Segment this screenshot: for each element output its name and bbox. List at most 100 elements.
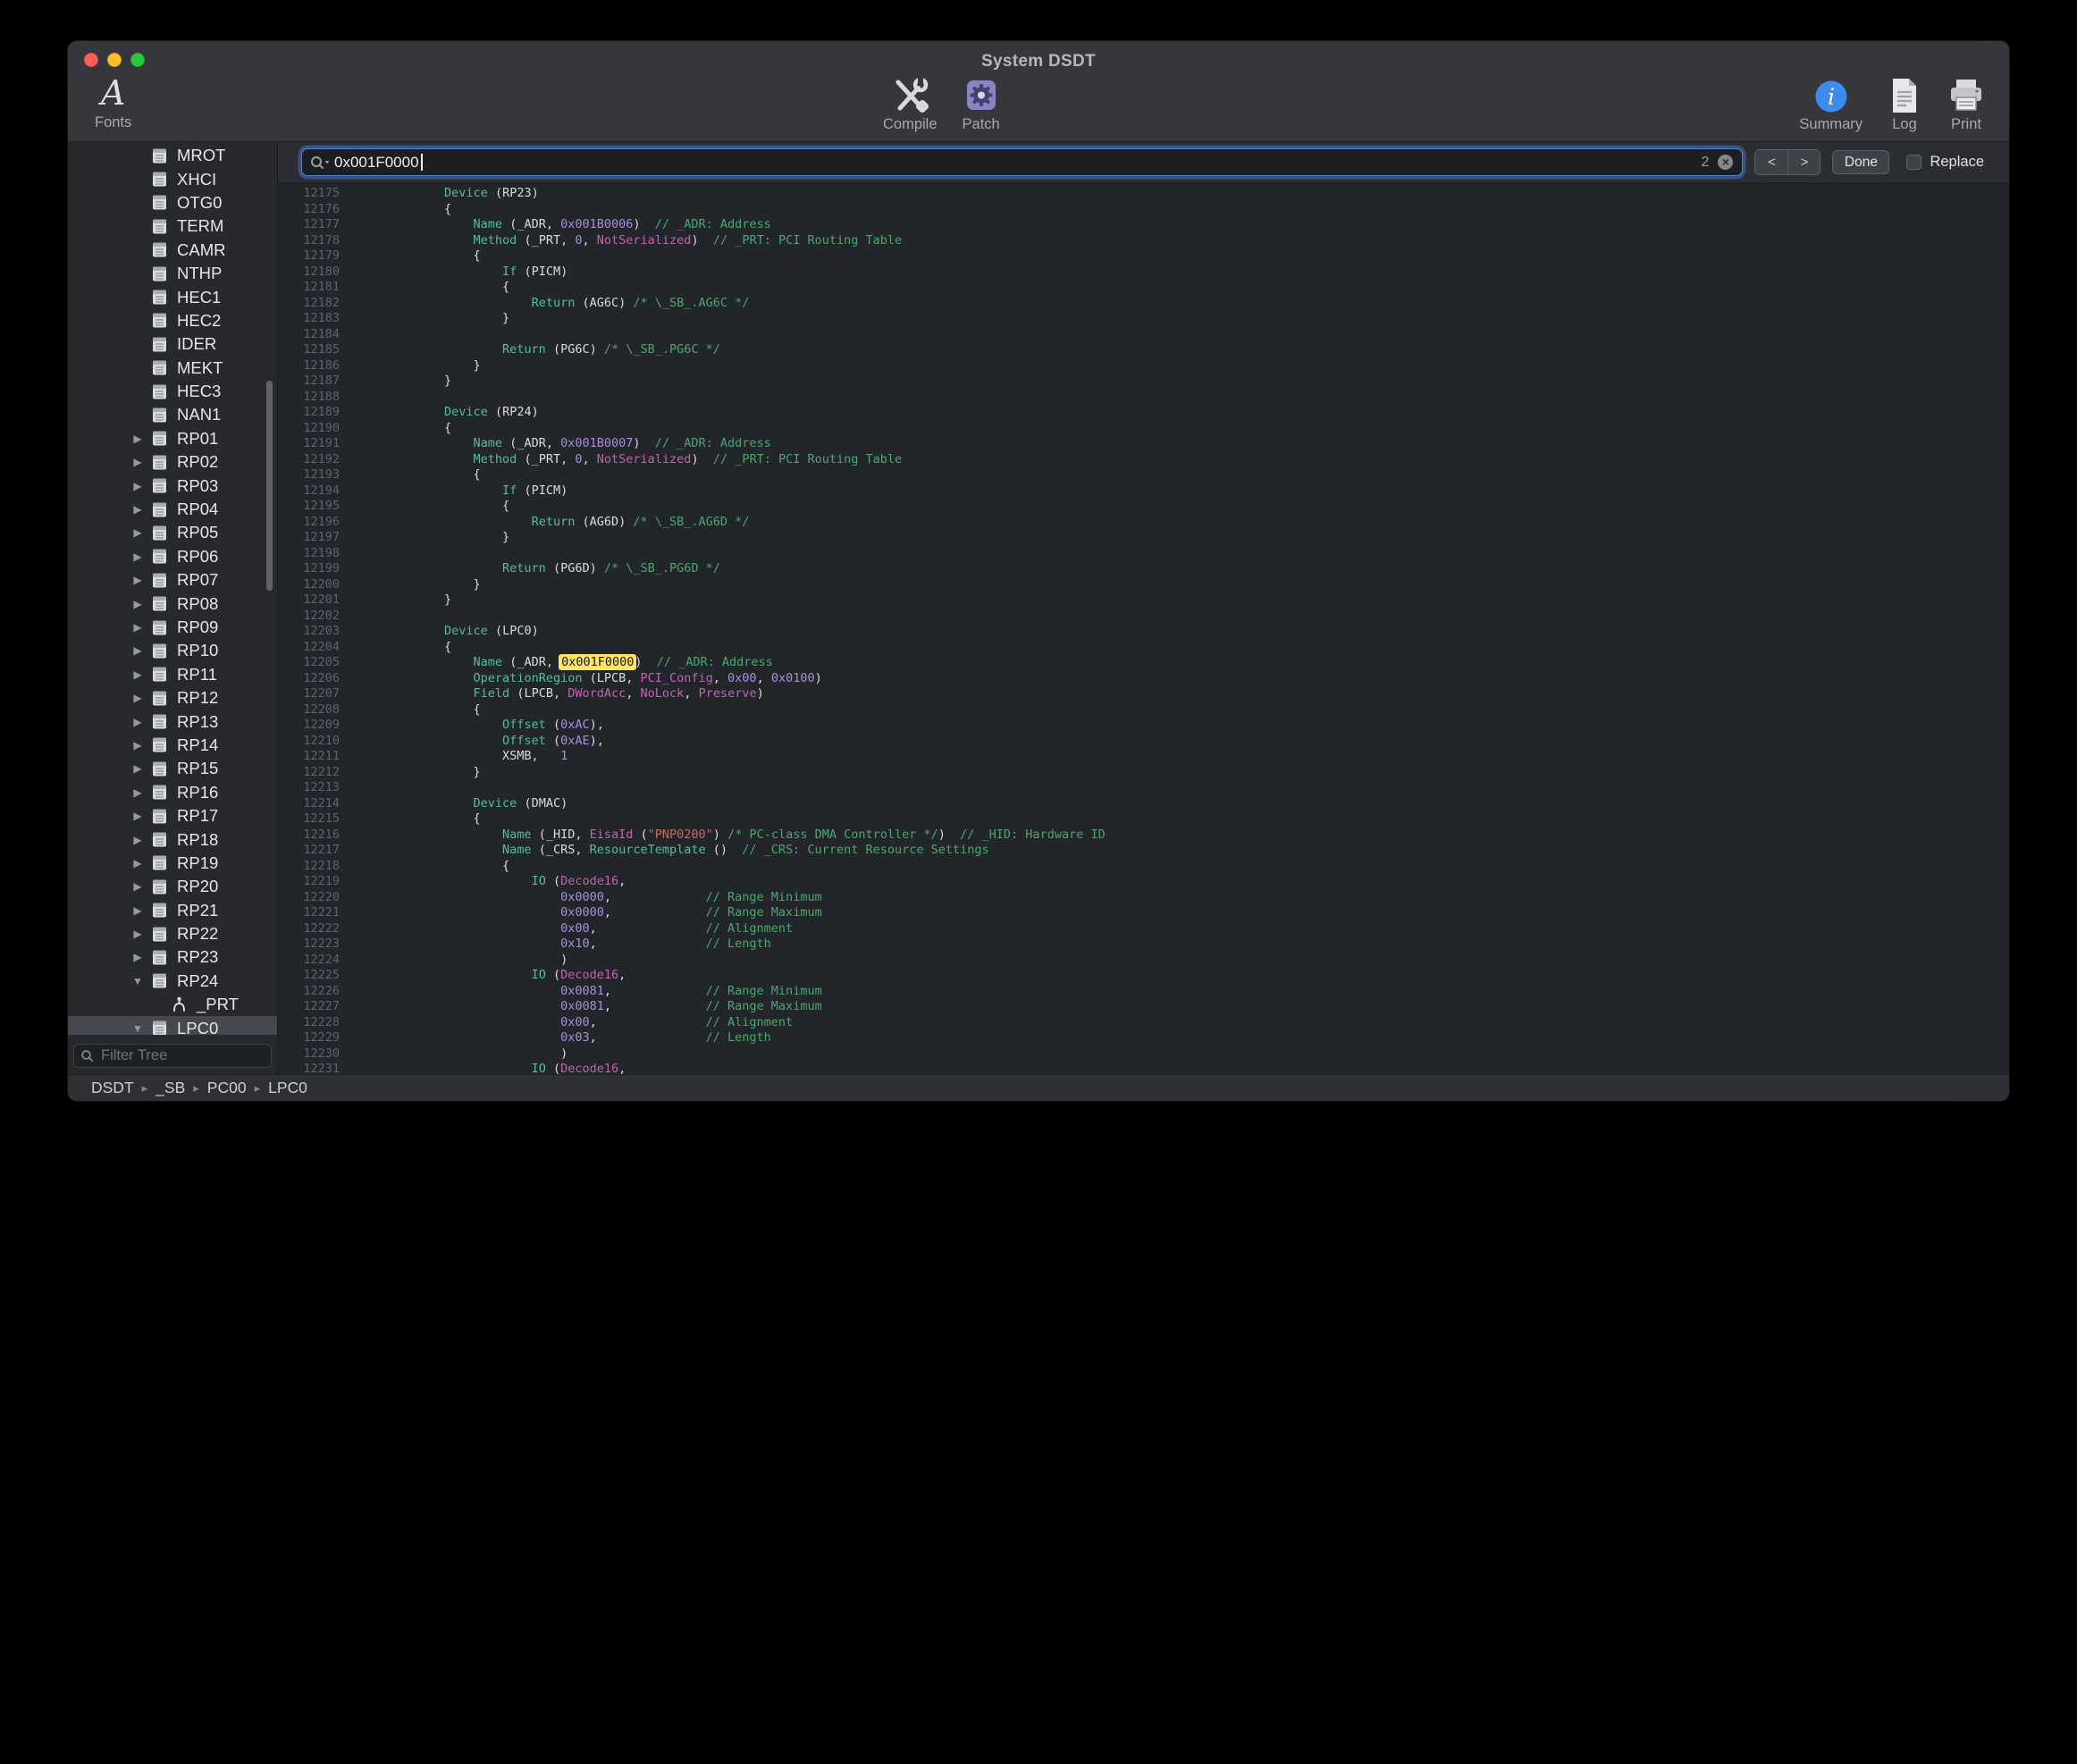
sidebar-item-rp17[interactable]: ▶RP17 [68,804,277,827]
code-line[interactable]: 12195 { [278,499,2009,515]
sidebar-item-rp14[interactable]: ▶RP14 [68,734,277,757]
search-options-icon[interactable] [309,155,331,175]
sidebar-item-rp18[interactable]: ▶RP18 [68,827,277,851]
done-button[interactable]: Done [1832,150,1889,174]
code-line[interactable]: 12189 Device (RP24) [278,405,2009,421]
disclosure-triangle-icon[interactable]: ▶ [125,521,150,544]
disclosure-triangle-icon[interactable]: ▶ [125,899,150,922]
sidebar-item-rp06[interactable]: ▶RP06 [68,545,277,568]
disclosure-triangle-icon[interactable]: ▶ [125,592,150,616]
code-line[interactable]: 12217 Name (_CRS, ResourceTemplate () //… [278,843,2009,859]
sidebar-item-hec1[interactable]: HEC1 [68,285,277,308]
disclosure-triangle-icon[interactable]: ▶ [125,710,150,734]
sidebar-item-lpc0[interactable]: ▼LPC0 [68,1016,277,1035]
sidebar-item-rp09[interactable]: ▶RP09 [68,616,277,639]
sidebar-item-hec2[interactable]: HEC2 [68,309,277,332]
code-line[interactable]: 12205 Name (_ADR, 0x001F0000) // _ADR: A… [278,655,2009,671]
code-line[interactable]: 12230 ) [278,1046,2009,1063]
code-line[interactable]: 12204 { [278,640,2009,656]
disclosure-triangle-icon[interactable]: ▶ [125,734,150,757]
close-button[interactable] [84,53,98,67]
patch-button[interactable]: Patch [963,75,1000,133]
sidebar-item-rp24[interactable]: ▼RP24 [68,970,277,993]
disclosure-triangle-icon[interactable]: ▼ [125,1017,150,1035]
disclosure-triangle-icon[interactable]: ▶ [125,616,150,639]
disclosure-triangle-icon[interactable]: ▶ [125,852,150,875]
code-line[interactable]: 12196 Return (AG6D) /* \_SB_.AG6D */ [278,515,2009,531]
code-line[interactable]: 12175 Device (RP23) [278,186,2009,202]
code-editor[interactable]: 12175 Device (RP23)12176 {12177 Name (_A… [278,183,2009,1074]
code-line[interactable]: 12192 Method (_PRT, 0, NotSerialized) //… [278,452,2009,468]
code-line[interactable]: 12226 0x0081, // Range Minimum [278,984,2009,1000]
breadcrumb-item[interactable]: LPC0 [268,1079,307,1097]
code-line[interactable]: 12227 0x0081, // Range Maximum [278,999,2009,1015]
sidebar-item-rp02[interactable]: ▶RP02 [68,450,277,474]
code-line[interactable]: 12177 Name (_ADR, 0x001B0006) // _ADR: A… [278,217,2009,233]
code-line[interactable]: 12203 Device (LPC0) [278,624,2009,640]
sidebar-item-rp23[interactable]: ▶RP23 [68,945,277,969]
sidebar-item-rp20[interactable]: ▶RP20 [68,875,277,898]
code-line[interactable]: 12197 } [278,530,2009,546]
replace-checkbox[interactable] [1906,155,1921,170]
sidebar-item-rp10[interactable]: ▶RP10 [68,639,277,662]
sidebar-item-rp13[interactable]: ▶RP13 [68,710,277,733]
code-line[interactable]: 12187 } [278,374,2009,390]
code-line[interactable]: 12210 Offset (0xAE), [278,734,2009,750]
code-line[interactable]: 12198 [278,546,2009,562]
sidebar-item-mrot[interactable]: MROT [68,144,277,167]
disclosure-triangle-icon[interactable]: ▶ [125,922,150,945]
minimize-button[interactable] [107,53,122,67]
code-line[interactable]: 12201 } [278,592,2009,609]
code-line[interactable]: 12215 { [278,811,2009,827]
code-line[interactable]: 12184 [278,327,2009,343]
sidebar-item-otg0[interactable]: OTG0 [68,191,277,214]
sidebar-scrollbar[interactable] [266,381,273,591]
print-button[interactable]: Print [1947,75,1986,133]
code-line[interactable]: 12193 { [278,467,2009,483]
disclosure-triangle-icon[interactable]: ▶ [125,945,150,969]
clear-icon[interactable] [1718,155,1733,170]
sidebar-item-mekt[interactable]: MEKT [68,357,277,380]
previous-match-button[interactable]: < [1755,150,1787,174]
sidebar-item-rp22[interactable]: ▶RP22 [68,922,277,945]
zoom-button[interactable] [130,53,145,67]
code-line[interactable]: 12221 0x0000, // Range Maximum [278,905,2009,921]
code-line[interactable]: 12186 } [278,358,2009,374]
sidebar-item-rp05[interactable]: ▶RP05 [68,521,277,544]
disclosure-triangle-icon[interactable]: ▶ [125,427,150,450]
sidebar-item-rp07[interactable]: ▶RP07 [68,568,277,592]
code-line[interactable]: 12214 Device (DMAC) [278,796,2009,812]
code-line[interactable]: 12200 } [278,577,2009,593]
disclosure-triangle-icon[interactable]: ▶ [125,875,150,898]
code-line[interactable]: 12212 } [278,765,2009,781]
sidebar-item-rp16[interactable]: ▶RP16 [68,781,277,804]
code-line[interactable]: 12211 XSMB, 1 [278,749,2009,765]
disclosure-triangle-icon[interactable]: ▶ [125,663,150,686]
code-line[interactable]: 12191 Name (_ADR, 0x001B0007) // _ADR: A… [278,436,2009,452]
code-line[interactable]: 12199 Return (PG6D) /* \_SB_.PG6D */ [278,561,2009,577]
code-line[interactable]: 12181 { [278,280,2009,296]
code-line[interactable]: 12188 [278,390,2009,406]
disclosure-triangle-icon[interactable]: ▶ [125,757,150,780]
code-line[interactable]: 12209 Offset (0xAC), [278,718,2009,734]
sidebar-item-rp04[interactable]: ▶RP04 [68,498,277,521]
summary-button[interactable]: i Summary [1799,75,1863,133]
code-line[interactable]: 12229 0x03, // Length [278,1030,2009,1046]
disclosure-triangle-icon[interactable]: ▶ [125,686,150,710]
code-line[interactable]: 12202 [278,609,2009,625]
code-line[interactable]: 12180 If (PICM) [278,265,2009,281]
sidebar-item-_prt[interactable]: _PRT [68,993,277,1016]
code-line[interactable]: 12194 If (PICM) [278,483,2009,500]
sidebar-item-rp15[interactable]: ▶RP15 [68,757,277,780]
sidebar-item-rp08[interactable]: ▶RP08 [68,592,277,615]
breadcrumb-item[interactable]: PC00 [207,1079,247,1097]
code-line[interactable]: 12220 0x0000, // Range Minimum [278,890,2009,906]
sidebar-item-rp01[interactable]: ▶RP01 [68,427,277,450]
sidebar-item-ider[interactable]: IDER [68,332,277,356]
disclosure-triangle-icon[interactable]: ▶ [125,828,150,852]
code-line[interactable]: 12222 0x00, // Alignment [278,921,2009,937]
disclosure-triangle-icon[interactable]: ▶ [125,804,150,827]
sidebar-item-term[interactable]: TERM [68,214,277,238]
sidebar-item-rp21[interactable]: ▶RP21 [68,899,277,922]
code-line[interactable]: 12216 Name (_HID, EisaId ("PNP0200") /* … [278,827,2009,844]
